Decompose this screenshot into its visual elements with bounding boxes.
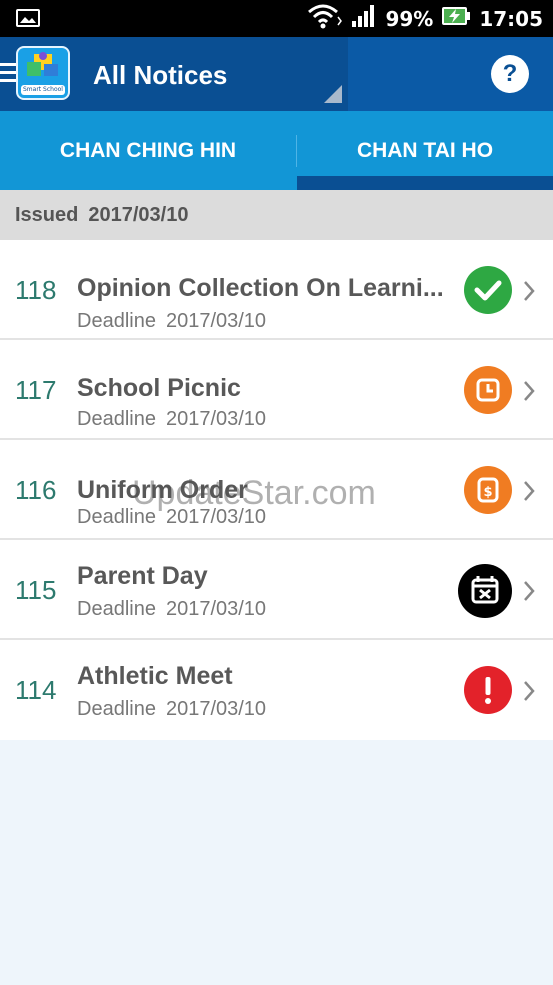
- help-button[interactable]: ?: [491, 55, 529, 93]
- battery-charging-icon: [441, 5, 471, 33]
- notice-number: 118: [15, 275, 57, 305]
- chevron-right-icon: [523, 240, 535, 340]
- deadline-label: Deadline: [77, 310, 156, 332]
- logo-text: Smart School: [21, 85, 65, 95]
- page-title[interactable]: All Notices: [93, 37, 227, 111]
- deadline-date: 2017/03/10: [165, 310, 267, 332]
- notice-title: Athletic Meet: [77, 662, 233, 690]
- wifi-icon: [307, 3, 343, 35]
- alert-icon: [464, 666, 512, 714]
- deadline-label: Deadline: [77, 598, 156, 620]
- clock-icon: [464, 366, 512, 414]
- deadline-label: Deadline: [77, 698, 156, 720]
- notice-row-115[interactable]: 115 Parent Day Deadline 2017/03/10: [0, 540, 553, 640]
- section-header: Issued 2017/03/10: [0, 190, 553, 240]
- deadline-date: 2017/03/10: [165, 408, 267, 430]
- check-icon: [464, 266, 512, 314]
- battery-percent: 99%: [385, 6, 434, 31]
- notice-row-118[interactable]: 118 Opinion Collection On Learni... Dead…: [0, 240, 553, 340]
- app-bar: Smart School All Notices ?: [0, 37, 553, 111]
- notice-number: 114: [15, 675, 57, 705]
- selected-tab-indicator: [297, 176, 553, 190]
- chevron-right-icon: [523, 340, 535, 440]
- deadline-label: Deadline: [77, 408, 156, 430]
- notice-deadline: Deadline 2017/03/10: [77, 698, 266, 721]
- notice-number: 115: [15, 575, 57, 605]
- image-icon: [16, 9, 40, 32]
- notice-deadline: Deadline 2017/03/10: [77, 408, 266, 431]
- notice-title: Parent Day: [77, 562, 208, 590]
- status-bar: 99% 17:05: [0, 0, 553, 37]
- notice-deadline: Deadline 2017/03/10: [77, 598, 266, 621]
- chevron-right-icon: [523, 640, 535, 740]
- calendar-cancel-icon: [458, 564, 512, 618]
- deadline-date: 2017/03/10: [165, 598, 267, 620]
- notice-title: School Picnic: [77, 374, 241, 402]
- notice-row-117[interactable]: 117 School Picnic Deadline 2017/03/10: [0, 340, 553, 440]
- svg-text:$: $: [483, 485, 492, 500]
- deadline-date: 2017/03/10: [165, 698, 267, 720]
- issued-date: 2017/03/10: [88, 204, 189, 226]
- watermark: UpdateStar.com: [132, 474, 376, 512]
- payment-icon: $: [464, 466, 512, 514]
- tab-chan-ching-hin[interactable]: CHAN CHING HIN: [0, 111, 296, 190]
- notice-row-114[interactable]: 114 Athletic Meet Deadline 2017/03/10: [0, 640, 553, 740]
- notice-number: 116: [15, 475, 57, 505]
- clock-time: 17:05: [479, 6, 543, 31]
- dropdown-triangle-icon[interactable]: [322, 83, 342, 103]
- app-logo[interactable]: Smart School: [16, 46, 70, 100]
- issued-label: Issued: [15, 204, 79, 226]
- menu-icon[interactable]: [0, 61, 16, 85]
- chevron-right-icon: [523, 440, 535, 540]
- signal-icon: [351, 4, 377, 34]
- notice-deadline: Deadline 2017/03/10: [77, 310, 266, 333]
- chevron-right-icon: [523, 540, 535, 640]
- notice-title: Opinion Collection On Learni...: [77, 274, 444, 302]
- notice-number: 117: [15, 375, 57, 405]
